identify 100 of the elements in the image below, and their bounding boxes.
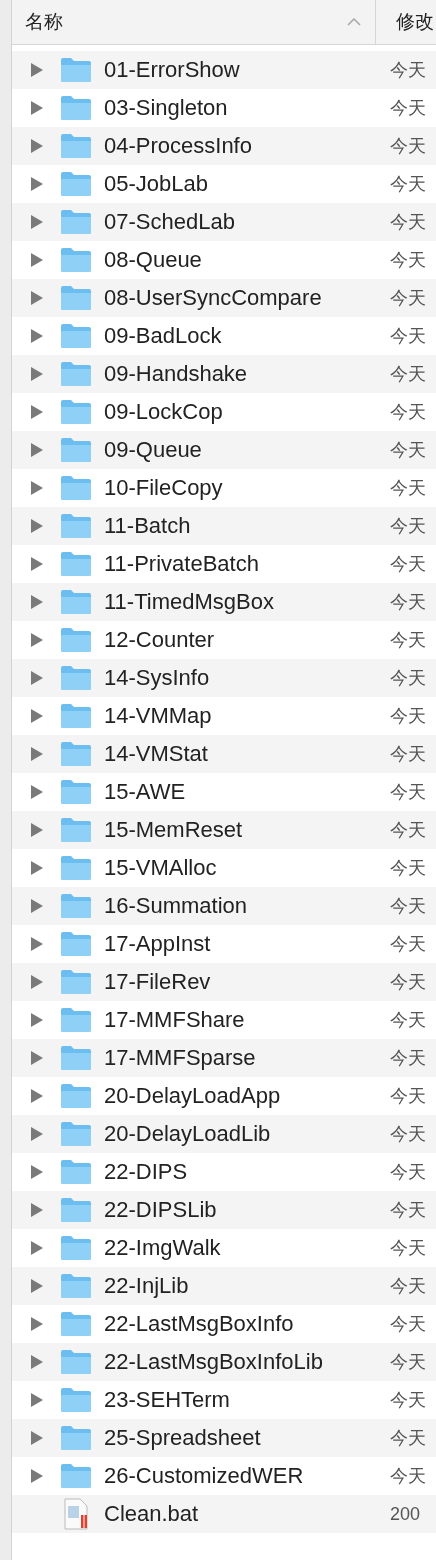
disclosure-triangle-icon[interactable]	[30, 100, 44, 116]
modified-date: 今天	[390, 249, 426, 272]
disclosure-triangle-icon[interactable]	[30, 784, 44, 800]
disclosure-triangle-icon[interactable]	[30, 898, 44, 914]
disclosure-triangle-icon[interactable]	[30, 404, 44, 420]
modified-date: 今天	[390, 1237, 426, 1260]
disclosure-triangle-icon[interactable]	[30, 366, 44, 382]
disclosure-triangle-icon[interactable]	[30, 1468, 44, 1484]
folder-icon	[60, 285, 92, 311]
modified-date: 今天	[390, 1161, 426, 1184]
modified-date: 今天	[390, 59, 426, 82]
modified-date: 今天	[390, 857, 426, 880]
disclosure-triangle-icon[interactable]	[30, 138, 44, 154]
modified-date: 今天	[390, 933, 426, 956]
folder-icon	[60, 1121, 92, 1147]
modified-date: 200	[390, 1503, 421, 1525]
modified-date: 今天	[390, 553, 426, 576]
modified-date: 今天	[390, 1123, 426, 1146]
disclosure-triangle-icon[interactable]	[30, 1050, 44, 1066]
folder-icon	[60, 817, 92, 843]
disclosure-triangle-icon[interactable]	[30, 860, 44, 876]
modified-date: 今天	[390, 629, 426, 652]
folder-icon	[60, 437, 92, 463]
folder-icon	[60, 95, 92, 121]
modified-date: 今天	[390, 591, 426, 614]
modified-date: 今天	[390, 477, 426, 500]
disclosure-triangle-icon[interactable]	[30, 252, 44, 268]
disclosure-triangle-icon[interactable]	[30, 746, 44, 762]
folder-icon	[60, 627, 92, 653]
modified-date: 今天	[390, 1009, 426, 1032]
modified-date: 今天	[390, 1313, 426, 1336]
disclosure-triangle-icon[interactable]	[30, 1202, 44, 1218]
disclosure-triangle-icon[interactable]	[30, 328, 44, 344]
folder-icon	[60, 931, 92, 957]
folder-icon	[60, 1349, 92, 1375]
disclosure-triangle-icon[interactable]	[30, 936, 44, 952]
disclosure-triangle-icon[interactable]	[30, 632, 44, 648]
folder-icon	[60, 399, 92, 425]
modified-date: 今天	[390, 1465, 426, 1488]
folder-icon	[60, 893, 92, 919]
disclosure-triangle-icon[interactable]	[30, 1430, 44, 1446]
folder-icon	[60, 1045, 92, 1071]
modified-date: 今天	[390, 1047, 426, 1070]
folder-icon	[60, 209, 92, 235]
disclosure-triangle-icon[interactable]	[30, 556, 44, 572]
modified-date: 今天	[390, 1275, 426, 1298]
modified-date: 今天	[390, 705, 426, 728]
folder-icon	[60, 779, 92, 805]
modified-date: 今天	[390, 743, 426, 766]
modified-date: 今天	[390, 1427, 426, 1450]
folder-icon	[60, 133, 92, 159]
disclosure-triangle-icon[interactable]	[30, 1278, 44, 1294]
folder-icon	[60, 589, 92, 615]
disclosure-triangle-icon[interactable]	[30, 518, 44, 534]
folder-icon	[60, 1197, 92, 1223]
folder-icon	[60, 513, 92, 539]
disclosure-triangle-icon[interactable]	[30, 670, 44, 686]
modified-date: 今天	[390, 1085, 426, 1108]
disclosure-triangle-icon[interactable]	[30, 1392, 44, 1408]
modified-date: 今天	[390, 135, 426, 158]
disclosure-triangle-icon[interactable]	[30, 1126, 44, 1142]
modified-date: 今天	[390, 819, 426, 842]
column-header[interactable]: 修改	[396, 9, 434, 35]
disclosure-triangle-icon[interactable]	[30, 594, 44, 610]
folder-icon	[60, 855, 92, 881]
folder-icon	[60, 1387, 92, 1413]
folder-icon	[60, 1159, 92, 1185]
folder-icon	[60, 1007, 92, 1033]
disclosure-triangle-icon[interactable]	[30, 1164, 44, 1180]
disclosure-triangle-icon[interactable]	[30, 708, 44, 724]
modified-date: 今天	[390, 439, 426, 462]
folder-icon	[60, 1273, 92, 1299]
modified-date: 今天	[390, 287, 426, 310]
disclosure-triangle-icon[interactable]	[30, 1240, 44, 1256]
disclosure-triangle-icon[interactable]	[30, 442, 44, 458]
disclosure-triangle-icon[interactable]	[30, 290, 44, 306]
modified-date: 今天	[390, 1351, 426, 1374]
folder-icon	[60, 551, 92, 577]
disclosure-triangle-icon[interactable]	[30, 176, 44, 192]
modified-date: 今天	[390, 971, 426, 994]
disclosure-triangle-icon[interactable]	[30, 974, 44, 990]
disclosure-triangle-icon[interactable]	[30, 1012, 44, 1028]
folder-icon	[60, 1235, 92, 1261]
disclosure-triangle-icon[interactable]	[30, 1088, 44, 1104]
disclosure-triangle-icon[interactable]	[30, 480, 44, 496]
disclosure-triangle-icon[interactable]	[30, 1354, 44, 1370]
folder-icon	[60, 1311, 92, 1337]
disclosure-triangle-icon[interactable]	[30, 214, 44, 230]
folder-icon	[60, 475, 92, 501]
modified-date: 今天	[390, 401, 426, 424]
folder-icon	[60, 741, 92, 767]
disclosure-triangle-icon[interactable]	[30, 1316, 44, 1332]
column-header[interactable]: 名称	[25, 9, 347, 35]
disclosure-triangle-icon[interactable]	[30, 822, 44, 838]
modified-date: 今天	[390, 211, 426, 234]
folder-icon	[60, 171, 92, 197]
modified-date: 今天	[390, 667, 426, 690]
folder-icon	[60, 361, 92, 387]
document-icon	[63, 1498, 89, 1530]
disclosure-triangle-icon[interactable]	[30, 62, 44, 78]
